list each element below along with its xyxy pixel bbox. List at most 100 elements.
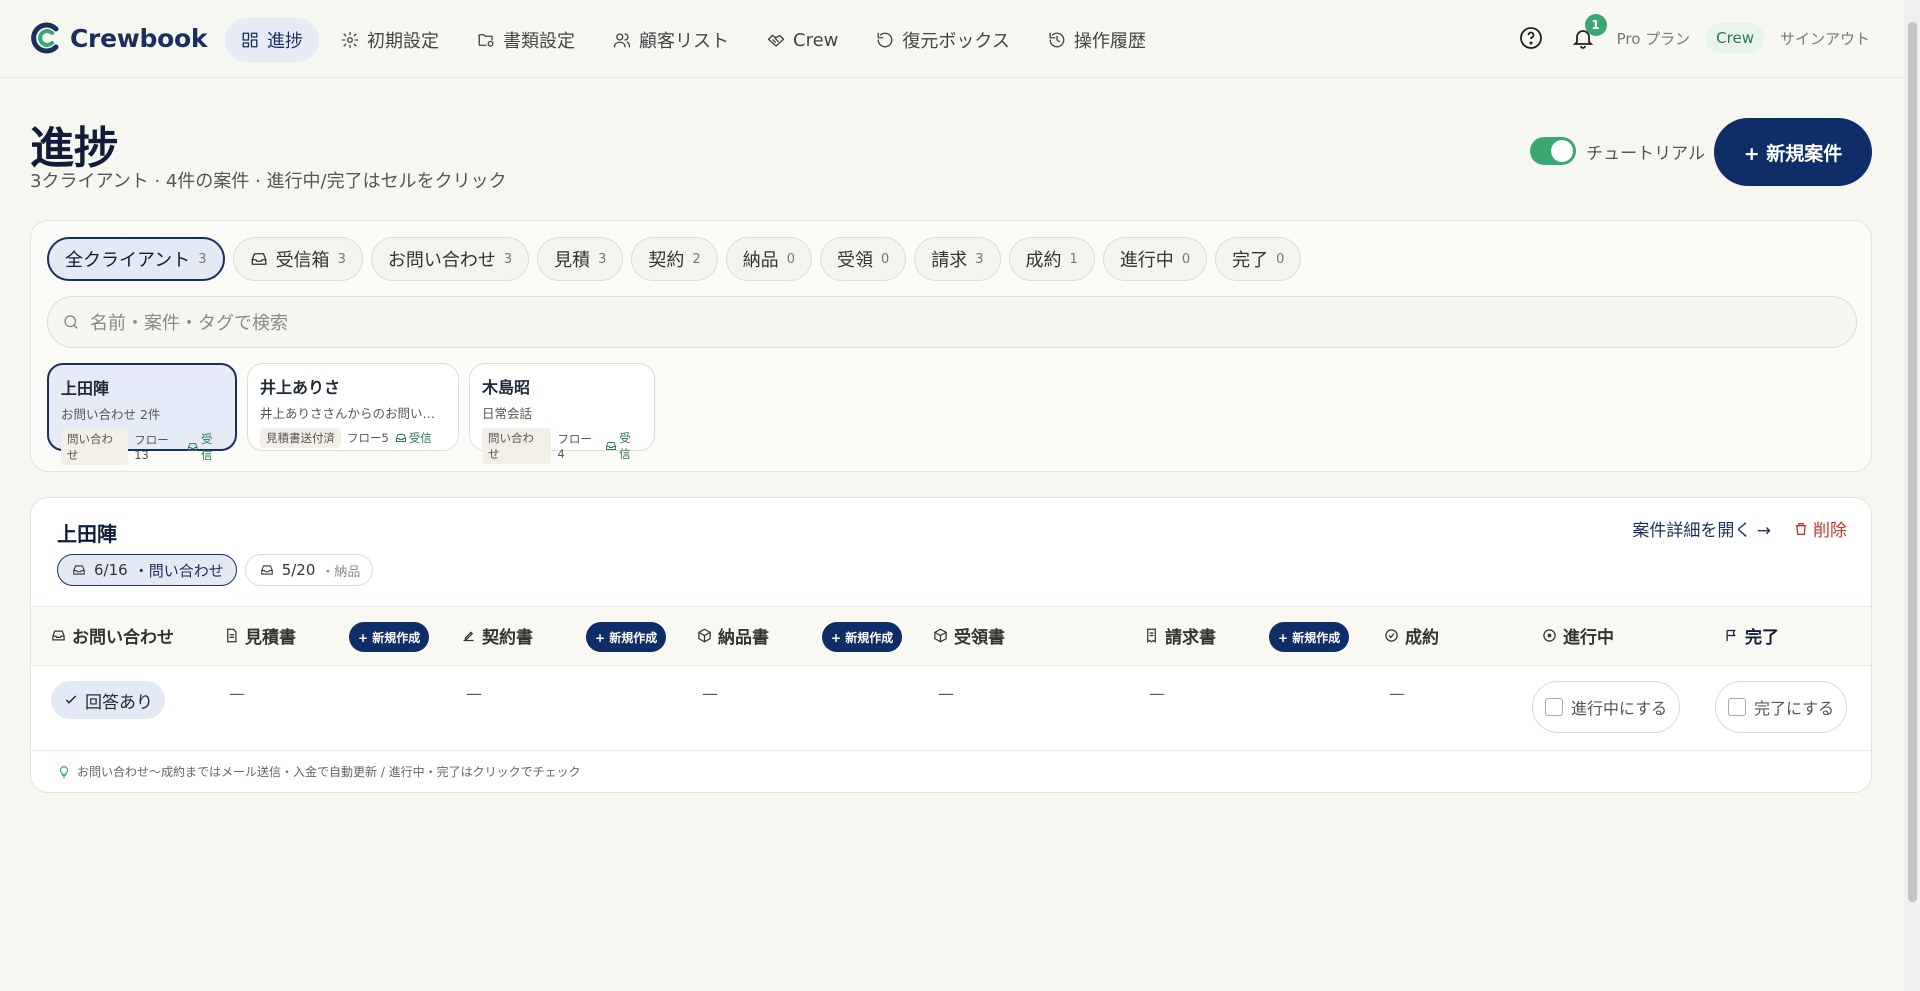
client-received: 受信	[395, 430, 432, 446]
filter-chip-delivery[interactable]: 納品 0	[725, 237, 812, 281]
filter-chip-contract[interactable]: 契約 2	[631, 237, 718, 281]
nav-item-restore-box[interactable]: 復元ボックス	[860, 18, 1025, 62]
notification-button[interactable]: 1	[1565, 14, 1607, 56]
deal-stage: ・問い合わせ	[133, 561, 224, 580]
filter-chip-estimate[interactable]: 見積 3	[537, 237, 624, 281]
client-meta: 見積書送付済 フロー5 受信	[260, 428, 446, 448]
chip-count: 3	[975, 251, 984, 267]
filter-chip-done[interactable]: 完了 0	[1215, 237, 1302, 281]
inbox-icon	[70, 561, 88, 579]
nav-item-document-settings[interactable]: 書類設定	[461, 18, 591, 62]
filter-chip-all-clients[interactable]: 全クライアント 3	[47, 237, 225, 281]
signout-link[interactable]: サインアウト	[1780, 28, 1870, 49]
client-description: 日常会話	[482, 406, 533, 421]
filter-chip-receipt[interactable]: 受領 0	[819, 237, 907, 281]
help-button[interactable]	[1513, 20, 1549, 56]
column-delivery: 納品書	[697, 623, 769, 648]
client-card[interactable]: 木島昭 日常会話 問い合わせ フロー4 受信	[469, 363, 655, 464]
nav-item-label: 初期設定	[367, 31, 439, 52]
chip-label: 進行中	[1119, 250, 1174, 271]
client-tag: 見積書送付済	[260, 428, 341, 448]
client-received: 受信	[605, 430, 642, 462]
top-right-controls: 1 Pro プラン Crew サインアウト	[1513, 14, 1870, 56]
new-case-button[interactable]: + 新規案件	[1714, 118, 1872, 186]
chip-count: 3	[503, 251, 513, 267]
mark-done-button[interactable]: 完了にする	[1715, 681, 1848, 733]
answered-status[interactable]: 回答あり	[51, 681, 165, 719]
nav-item-customer-list[interactable]: 顧客リスト	[597, 18, 745, 62]
tutorial-toggle[interactable]: チュートリアル	[1530, 137, 1705, 165]
done-checkbox[interactable]	[1728, 698, 1746, 716]
restore-icon	[876, 31, 894, 49]
column-done: 完了	[1724, 623, 1779, 648]
column-delivery-new: + 新規作成	[822, 622, 903, 652]
filter-chip-closed[interactable]: 成約 1	[1008, 237, 1095, 281]
column-contract-new: + 新規作成	[586, 622, 667, 652]
column-inquiry: お問い合わせ	[51, 623, 174, 648]
chip-count: 1	[1069, 251, 1078, 267]
column-title: 完了	[1745, 628, 1779, 648]
mark-in-progress-label: 進行中にする	[1571, 699, 1668, 718]
nav-item-initial-settings[interactable]: 初期設定	[325, 18, 455, 62]
flow-status-row: 回答あり — — — — — — 進行中にする 完了にする	[31, 666, 1871, 751]
client-flow: フロー13	[134, 433, 169, 462]
page-subtitle: 3クライアント · 4件の案件 · 進行中/完了はセルをクリック	[30, 171, 507, 192]
deal-chip[interactable]: 6/16 ・問い合わせ	[57, 554, 237, 586]
delivery-empty: —	[702, 684, 718, 703]
toggle-knob	[1551, 140, 1574, 162]
progress-circle-icon	[1543, 629, 1556, 642]
deal-date: 5/20	[281, 561, 316, 579]
receipt-empty: —	[938, 684, 954, 703]
new-estimate-button[interactable]: + 新規作成	[349, 622, 430, 652]
delete-button[interactable]: 削除	[1793, 516, 1847, 541]
mark-done-label: 完了にする	[1754, 699, 1835, 718]
closed-empty: —	[1389, 684, 1405, 703]
filter-chip-invoice[interactable]: 請求 3	[914, 237, 1001, 281]
column-estimate: 見積書	[224, 623, 296, 648]
client-received: 受信	[187, 431, 223, 463]
chip-count: 3	[337, 251, 346, 267]
column-invoice-new: + 新規作成	[1269, 622, 1350, 652]
signature-icon	[463, 631, 474, 642]
client-card[interactable]: 井上ありさ 井上ありささんからのお問い合... 見積書送付済 フロー5 受信	[247, 363, 459, 451]
deal-chip[interactable]: 5/20 ・納品	[244, 554, 374, 586]
mark-in-progress-button[interactable]: 進行中にする	[1532, 681, 1681, 733]
users-icon	[613, 31, 631, 49]
crew-badge[interactable]: Crew	[1706, 23, 1764, 53]
new-contract-button[interactable]: + 新規作成	[586, 622, 667, 652]
flow-header-row: お問い合わせ 見積書 + 新規作成 契約書 + 新規作成 納品書 + 新規作成 …	[31, 606, 1871, 666]
scrollbar-thumb[interactable]	[1908, 22, 1917, 902]
in-progress-checkbox[interactable]	[1545, 698, 1563, 716]
toggle-switch[interactable]	[1530, 137, 1577, 165]
nav-item-label: 書類設定	[503, 31, 575, 52]
app-logo[interactable]: Crewbook	[28, 20, 208, 56]
client-card[interactable]: 上田陣 お問い合わせ 2件 問い合わせ フロー13 受信	[47, 363, 237, 465]
estimate-empty: —	[229, 684, 245, 703]
vertical-scrollbar[interactable]	[1904, 0, 1920, 991]
client-tag: 問い合わせ	[482, 428, 552, 464]
lightbulb-icon	[59, 765, 69, 778]
top-navigation: Crewbook 進捗 初期設定 書類設定 顧客リスト Crew 復元ボックス	[0, 0, 1904, 78]
nav-item-label: 顧客リスト	[639, 31, 729, 52]
handshake-icon	[767, 31, 785, 49]
filter-chip-inquiry[interactable]: お問い合わせ 3	[370, 237, 530, 281]
plan-label[interactable]: Pro プラン	[1617, 28, 1691, 49]
nav-item-history[interactable]: 操作履歴	[1032, 18, 1162, 62]
package-icon	[698, 628, 711, 643]
filter-chip-inbox[interactable]: 受信箱 3	[232, 237, 363, 281]
nav-item-crew[interactable]: Crew	[751, 18, 854, 62]
nav-item-progress[interactable]: 進捗	[225, 18, 319, 62]
open-case-detail-link[interactable]: 案件詳細を開く →	[1632, 516, 1771, 541]
client-meta: 問い合わせ フロー13 受信	[61, 429, 223, 465]
filter-chip-in-progress[interactable]: 進行中 0	[1102, 237, 1208, 281]
client-name: 上田陣	[61, 379, 110, 398]
new-invoice-button[interactable]: + 新規作成	[1269, 622, 1350, 652]
client-description: お問い合わせ 2件	[61, 407, 161, 422]
search-input[interactable]: 名前・案件・タグで検索	[47, 296, 1857, 348]
search-placeholder: 名前・案件・タグで検索	[90, 313, 288, 334]
help-icon	[1519, 27, 1542, 49]
received-label: 受信	[408, 431, 432, 445]
inbox-icon	[250, 250, 268, 268]
answered-label: 回答あり	[85, 692, 153, 713]
new-delivery-button[interactable]: + 新規作成	[822, 622, 903, 652]
